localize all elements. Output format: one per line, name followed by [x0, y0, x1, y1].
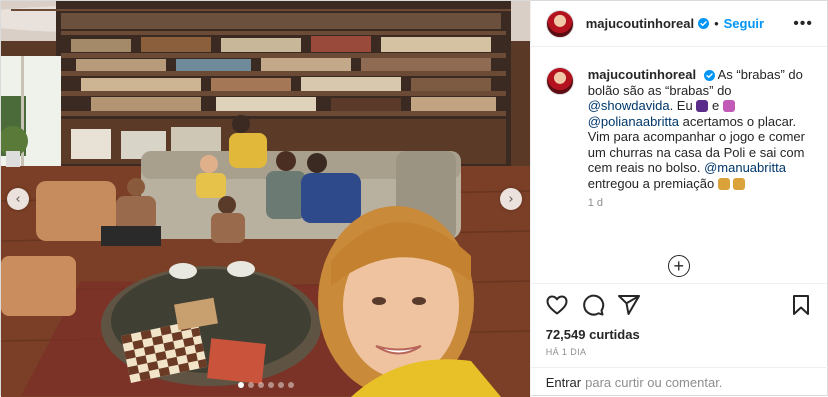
heart-icon[interactable]: [545, 293, 569, 317]
share-icon[interactable]: [617, 293, 641, 317]
carousel-indicator: [1, 382, 530, 388]
bookmark-icon[interactable]: [789, 293, 813, 317]
likes-label: curtidas: [589, 327, 640, 342]
likes-number: 72,549: [545, 327, 586, 342]
likes-count[interactable]: 72,549 curtidas: [531, 327, 827, 342]
post-age: HÁ 1 DIA: [545, 347, 587, 357]
chevron-left-icon: ‹: [15, 191, 21, 207]
carousel-dot[interactable]: [288, 382, 294, 388]
chevron-right-icon: ›: [508, 191, 514, 207]
photo-illustration: [1, 1, 530, 397]
comment-icon[interactable]: [581, 293, 605, 317]
caption-part: e: [711, 98, 720, 113]
carousel-dot[interactable]: [238, 382, 244, 388]
verified-badge-icon: [703, 70, 715, 82]
caption-text: majucoutinhoreal As “brabas” do bolão sã…: [588, 67, 812, 191]
mention-link[interactable]: @polianaabritta: [588, 114, 679, 129]
comment-timestamp: 1 d: [587, 197, 604, 209]
trophy-emoji-icon: [733, 177, 746, 190]
separator-dot: •: [714, 16, 719, 31]
follow-button[interactable]: Seguir: [724, 16, 764, 31]
more-options-icon[interactable]: •••: [793, 15, 813, 33]
action-bar: [530, 283, 827, 325]
carousel-dot[interactable]: [278, 382, 284, 388]
avatar[interactable]: [545, 9, 574, 38]
post-photo[interactable]: ‹ ›: [1, 1, 530, 397]
comments-area: majucoutinhoreal As “brabas” do bolão sã…: [531, 47, 827, 283]
carousel-next-button[interactable]: ›: [500, 188, 522, 210]
add-circle-icon[interactable]: +: [667, 255, 690, 277]
mention-link[interactable]: @manuabritta: [704, 160, 786, 175]
carousel-dot[interactable]: [258, 382, 264, 388]
caption-row: majucoutinhoreal As “brabas” do bolão sã…: [545, 67, 813, 191]
login-prompt: Entrar para curtir ou comentar.: [530, 367, 828, 397]
login-link[interactable]: Entrar: [546, 375, 581, 390]
mention-link[interactable]: @showdavida: [588, 98, 670, 113]
carousel-dot[interactable]: [248, 382, 254, 388]
login-text: para curtir ou comentar.: [585, 375, 723, 390]
trophy-emoji-icon: [717, 177, 730, 190]
verified-badge-icon: [698, 18, 710, 29]
post-header: majucoutinhoreal • Seguir •••: [530, 1, 827, 47]
raising-hand-emoji-icon: [722, 100, 735, 112]
carousel-dot[interactable]: [268, 382, 274, 388]
woman-emoji-icon: [696, 100, 709, 112]
username-link[interactable]: majucoutinhoreal: [586, 16, 694, 31]
carousel-prev-button[interactable]: ‹: [7, 188, 29, 210]
caption-part: . Eu: [669, 98, 693, 113]
instagram-post: ‹ › majucoutinhoreal • Seguir ••• majuco…: [0, 0, 828, 397]
caption-part: entregou a premiação: [587, 175, 715, 191]
caption-username[interactable]: majucoutinhoreal: [588, 67, 696, 82]
caption-avatar[interactable]: [545, 67, 574, 95]
post-side-panel: majucoutinhoreal • Seguir ••• majucoutin…: [529, 1, 828, 397]
